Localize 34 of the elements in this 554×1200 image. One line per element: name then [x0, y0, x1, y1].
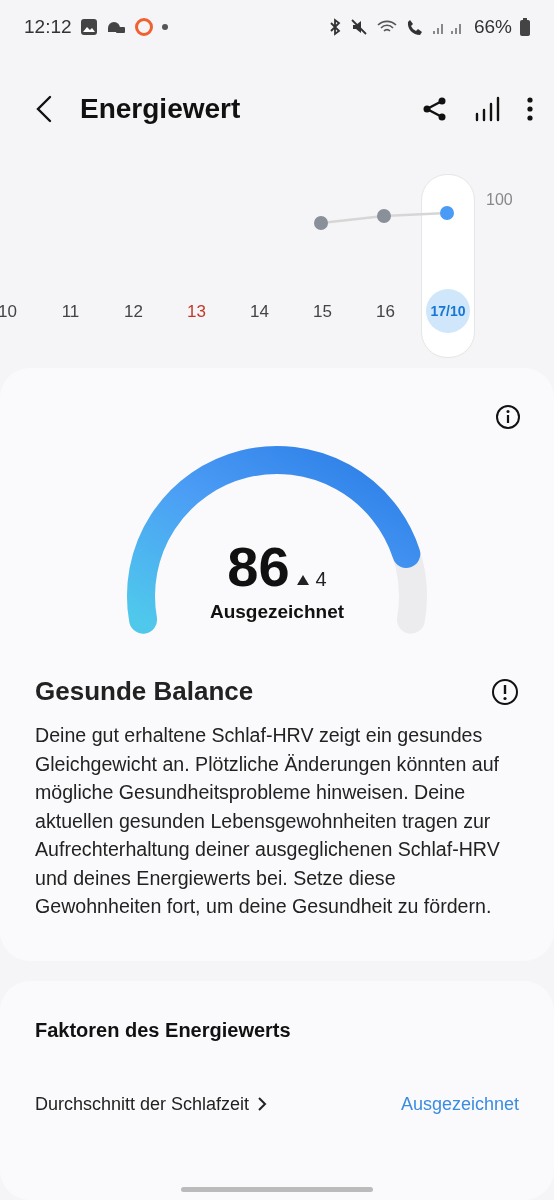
battery-level: 66%	[473, 16, 512, 38]
info-icon[interactable]	[495, 404, 521, 430]
day-label[interactable]: 14	[228, 302, 291, 333]
page-title: Energiewert	[80, 93, 242, 125]
factors-title: Faktoren des Energiewerts	[35, 1018, 292, 1042]
axis-label: 100	[486, 191, 513, 209]
day-label[interactable]: 10	[0, 302, 39, 333]
call-icon	[405, 18, 424, 36]
day-label[interactable]: 11	[39, 302, 102, 333]
factor-rating: Ausgezeichnet	[400, 1093, 519, 1115]
chevron-right-icon	[257, 1096, 268, 1112]
summary-text: Deine gut erhaltene Schlaf-HRV zeigt ein gesundes Gleichgewicht an. Plötzliche Änderungen könnten auf mögliche Gesundheitsprobleme hinweisen. Deine aktuellen gesunden Lebensgewohnheiten tragen zur Aufrechterhaltung deiner ausgeglichenen Schlaf-HRV und deines Energiewerts bei. Setze diese Gewohnheiten fort, um deine Gesundheit zu fördern.	[35, 723, 501, 919]
more-button[interactable]	[526, 96, 534, 122]
mute-icon	[349, 18, 368, 36]
alert-icon[interactable]	[491, 677, 519, 706]
battery-icon	[520, 18, 530, 36]
day-label[interactable]: 16	[354, 302, 417, 333]
factor-link[interactable]: Durchschnitt der Schlafzeit	[35, 1093, 401, 1115]
score-value: 86	[227, 534, 290, 599]
summary-title: Gesunde Balance	[35, 676, 255, 707]
day-label[interactable]: 15	[291, 302, 354, 333]
day-label[interactable]: 13	[165, 302, 228, 333]
bluetooth-icon	[327, 18, 342, 36]
back-button[interactable]	[34, 94, 54, 124]
dot-icon	[161, 24, 168, 30]
image-icon	[79, 18, 98, 36]
up-triangle-icon	[295, 574, 310, 586]
share-button[interactable]	[422, 96, 448, 122]
status-time: 12:12	[24, 16, 72, 38]
bar-chart-button[interactable]	[474, 96, 500, 122]
ring-icon	[133, 17, 154, 37]
day-label[interactable]: 12	[102, 302, 165, 333]
score-rating: Ausgezeichnet	[209, 601, 345, 623]
score-change: 4	[315, 568, 327, 591]
